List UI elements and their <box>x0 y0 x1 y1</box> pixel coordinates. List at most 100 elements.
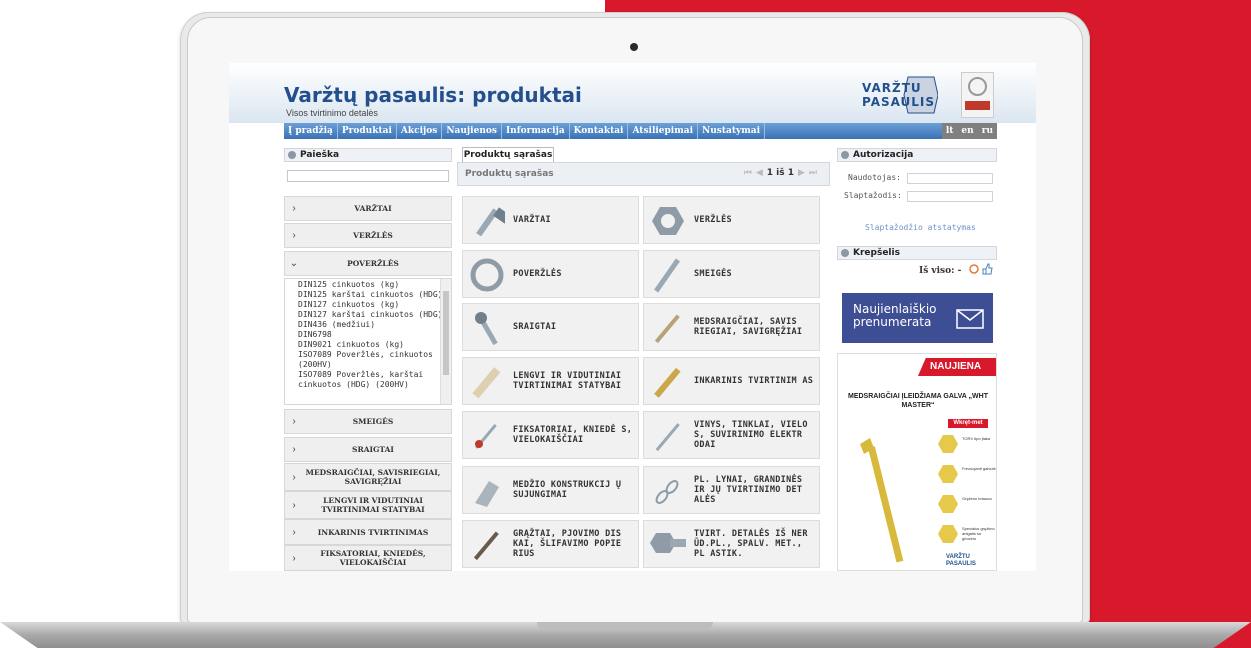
username-label: Naudotojas: <box>848 173 901 182</box>
nav-promotions[interactable]: Akcijos <box>397 123 443 139</box>
product-tile-varztai[interactable]: VARŽTAI <box>462 196 639 244</box>
bolt-icon <box>476 207 505 237</box>
nav-settings[interactable]: Nustatymai <box>698 123 766 139</box>
category-lengvi-tvirtinimai[interactable]: › LENGVI IR VIDUTINIAI TVIRTINIMAI STATY… <box>284 491 452 519</box>
chevron-right-icon: › <box>292 471 296 483</box>
head-hex-icon <box>938 465 958 483</box>
laptop-notch <box>537 622 713 630</box>
category-smeiges[interactable]: › SMEIGĖS <box>284 409 452 434</box>
subcategory-item[interactable]: DIN125 cinkuotos (kg) <box>285 280 451 290</box>
promo-logo: VARŽTU PASAULIS <box>946 554 976 567</box>
cart-icon[interactable] <box>969 264 979 274</box>
last-page-icon[interactable]: ⏭ <box>809 168 817 178</box>
next-page-icon[interactable]: ▶ <box>798 168 805 178</box>
cart-title: Krepšelis <box>853 248 900 258</box>
newsletter-banner[interactable]: Naujienlaiškio prenumerata <box>842 293 993 343</box>
promo-banner[interactable]: NAUJIENA MEDSRAIGČIAI ĮLEIDŽIAMA GALVA „… <box>837 353 997 571</box>
chevron-right-icon: › <box>292 203 296 214</box>
cart-box-header: Krepšelis <box>837 246 997 260</box>
category-inkarinis[interactable]: › INKARINIS TVIRTINIMAS <box>284 519 452 545</box>
product-tile-medsraigciai[interactable]: MEDSRAIGČIAI, SAVIS RIEGIAI, SAVIGRĘŽIAI <box>643 303 820 351</box>
subcategory-item[interactable]: DIN9021 cinkuotos (kg) <box>285 340 451 350</box>
poverzles-subcategory-list[interactable]: DIN125 cinkuotos (kg) DIN125 karštai cin… <box>284 278 452 405</box>
lang-en[interactable]: en <box>957 123 977 139</box>
product-label: SRAIGTAI <box>513 322 557 332</box>
product-label: POVERŽLĖS <box>513 269 562 279</box>
product-tile-lengvi[interactable]: LENGVI IR VIDUTINIAI TVIRTINIMAI STATYBA… <box>462 357 639 405</box>
screw-icon <box>475 312 498 346</box>
category-label: VARŽTAI <box>354 204 392 213</box>
chevron-right-icon: › <box>292 526 296 538</box>
product-list-title: Produktų sąrašas <box>465 169 554 179</box>
product-tile-medzio[interactable]: MEDŽIO KONSTRUKCIJ Ų SUJUNGIMAI <box>462 466 639 514</box>
product-tile-smeiges[interactable]: SMEIGĖS <box>643 250 820 298</box>
screw-product-image <box>860 438 904 563</box>
nav-home[interactable]: Į pradžią <box>284 123 338 139</box>
washer-icon <box>470 258 504 292</box>
subcategory-item[interactable]: DIN127 karštai cinkuotos (HDG) <box>285 310 451 320</box>
wood-screw-icon <box>654 314 680 344</box>
chevron-right-icon: › <box>292 444 296 455</box>
bracket-icon <box>475 481 499 507</box>
promo-note: Gręžimo briauna <box>962 496 992 501</box>
password-field[interactable] <box>907 191 993 202</box>
category-verzles[interactable]: › VERŽLĖS <box>284 223 452 248</box>
cart-bullet-icon <box>841 249 849 257</box>
product-label: TVIRT. DETALĖS IŠ NER ŪD.PL., SPALV. MET… <box>694 529 808 559</box>
nav-products[interactable]: Produktai <box>338 123 397 139</box>
page-title: Varžtų pasaulis: produktai <box>284 83 582 107</box>
lang-lt[interactable]: lt <box>942 123 958 139</box>
product-tile-verzles[interactable]: VERŽLĖS <box>643 196 820 244</box>
product-label: GRĄŽTAI, PJOVIMO DIS KAI, ŠLIFAVIMO POPI… <box>513 529 622 559</box>
prev-page-icon[interactable]: ◀ <box>756 168 763 178</box>
chevron-right-icon: › <box>292 230 296 241</box>
category-poverzles[interactable]: ⌄ POVERŽLĖS <box>284 251 452 276</box>
category-fiksatoriai[interactable]: › FIKSATORIAI, KNIEDĖS, VIELOKAIŠČIAI <box>284 545 452 571</box>
site-logo[interactable]: VARŽTU PASAULIS <box>858 75 939 115</box>
product-label: LENGVI IR VIDUTINIAI TVIRTINIMAI STATYBA… <box>513 371 622 391</box>
auth-bullet-icon <box>841 151 849 159</box>
tip-hex-icon <box>938 525 958 543</box>
cart-total: Iš viso: - <box>919 266 962 276</box>
thumbs-up-icon[interactable] <box>981 263 993 275</box>
promo-title: MEDSRAIGČIAI ĮLEIDŽIAMA GALVA „WHT MASTE… <box>848 393 988 409</box>
product-tile-fiksatoriai[interactable]: FIKSATORIAI, KNIEDĖ S, VIELOKAIŠČIAI <box>462 411 639 459</box>
sublist-scrollbar[interactable] <box>440 279 451 404</box>
promo-badge: Wkręt-met <box>948 419 988 428</box>
product-tile-lynai[interactable]: PL. LYNAI, GRANDINĖS IR JŲ TVIRTINIMO DE… <box>643 466 820 514</box>
product-tile-sraigtai[interactable]: SRAIGTAI <box>462 303 639 351</box>
promo-ribbon: NAUJIENA <box>918 358 996 376</box>
nav-news[interactable]: Naujienos <box>442 123 502 139</box>
category-label: SMEIGĖS <box>352 417 394 426</box>
category-varztai[interactable]: › VARŽTAI <box>284 196 452 221</box>
nav-information[interactable]: Informacija <box>502 123 570 139</box>
search-input[interactable] <box>287 170 449 182</box>
product-tile-poverzles[interactable]: POVERŽLĖS <box>462 250 639 298</box>
category-sraigtai[interactable]: › SRAIGTAI <box>284 437 452 462</box>
product-tile-nerud[interactable]: TVIRT. DETALĖS IŠ NER ŪD.PL., SPALV. MET… <box>643 520 820 568</box>
first-page-icon[interactable]: ⏮ <box>744 168 752 178</box>
password-reset-link[interactable]: Slaptažodžio atstatymas <box>865 223 976 232</box>
subcategory-item[interactable]: ISO7089 Poveržlės, cinkuotos (200HV) <box>285 350 451 370</box>
lang-ru[interactable]: ru <box>978 123 997 139</box>
subcategory-item[interactable]: DIN436 (medžiui) <box>285 320 451 330</box>
site-header: Varžtų pasaulis: produktai Visos tvirtin… <box>229 63 1036 123</box>
rivet-icon <box>475 423 497 449</box>
product-tile-graztai[interactable]: GRĄŽTAI, PJOVIMO DIS KAI, ŠLIFAVIMO POPI… <box>462 520 639 568</box>
tab-product-list[interactable]: Produktų sąrašas <box>462 147 554 162</box>
search-title: Paieška <box>300 150 340 160</box>
category-medsraigciai[interactable]: › MEDSRAIGČIAI, SAVISRIEGIAI, SAVIGRĘŽIA… <box>284 463 452 491</box>
subcategory-item[interactable]: DIN125 karštai cinkuotos (HDG) <box>285 290 451 300</box>
nav-contacts[interactable]: Kontaktai <box>570 123 629 139</box>
subcategory-item[interactable]: DIN127 cinkuotos (kg) <box>285 300 451 310</box>
product-tile-vinys[interactable]: VINYS, TINKLAI, VIELO S, SUVIRINIMO ELEK… <box>643 411 820 459</box>
nav-reviews[interactable]: Atsiliepimai <box>628 123 699 139</box>
subcategory-item[interactable]: ISO7089 Poveržlės, karštai cinkuotos (HD… <box>285 370 451 390</box>
subcategory-item[interactable]: DIN6798 <box>285 330 451 340</box>
scrollbar-thumb[interactable] <box>443 291 449 375</box>
camera-dot <box>630 43 638 51</box>
username-field[interactable] <box>907 173 993 184</box>
product-label: FIKSATORIAI, KNIEDĖ S, VIELOKAIŠČIAI <box>513 425 633 445</box>
product-tile-inkarinis[interactable]: INKARINIS TVIRTINIM AS <box>643 357 820 405</box>
page-subtitle: Visos tvirtinimo detalės <box>286 108 378 118</box>
